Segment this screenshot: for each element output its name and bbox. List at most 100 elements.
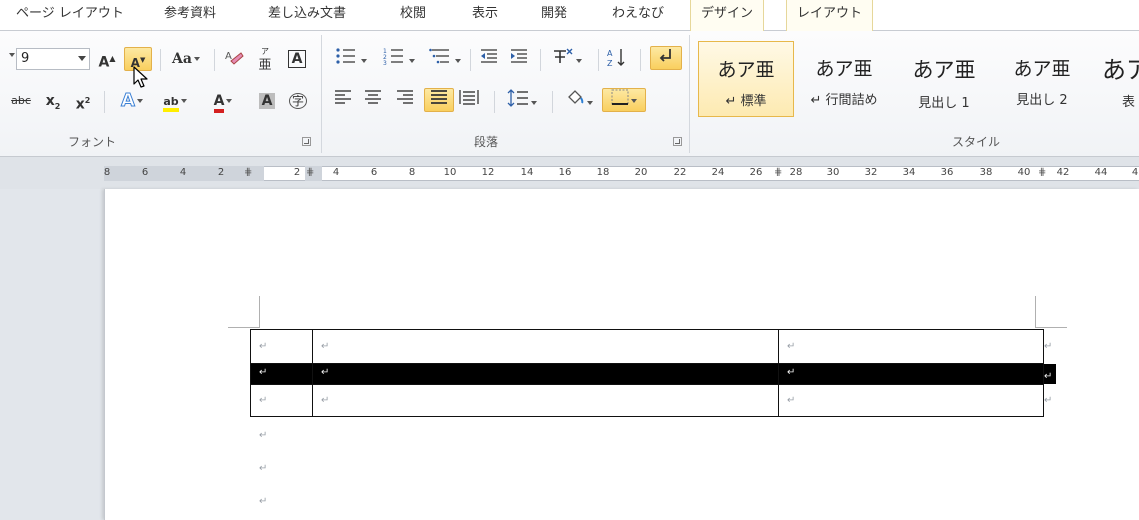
font-color-button[interactable]: A xyxy=(204,89,242,113)
align-right-icon[interactable] xyxy=(394,89,416,113)
ruler-number: 32 xyxy=(864,167,878,178)
tab-page-layout[interactable]: ページ レイアウト xyxy=(16,0,124,31)
character-shading-button[interactable]: A xyxy=(256,89,278,113)
align-center-icon[interactable] xyxy=(362,89,384,113)
tab-mailings[interactable]: 差し込み文書 xyxy=(268,0,346,31)
separator xyxy=(104,91,105,113)
ruler-column-marker-icon[interactable]: ⋕ xyxy=(306,167,314,178)
crop-mark xyxy=(1035,296,1036,328)
crop-mark xyxy=(228,327,260,328)
cell-end-mark: ↵ xyxy=(321,367,330,378)
separator xyxy=(540,49,541,71)
ruler-number: 14 xyxy=(520,167,534,178)
bullets-button[interactable] xyxy=(330,47,372,71)
ruler-column-marker-icon[interactable]: ⋕ xyxy=(774,167,782,178)
chevron-down-icon xyxy=(78,56,86,61)
style-normal[interactable]: あア亜 ↵ 標準 xyxy=(698,41,794,117)
shading-bucket-icon[interactable] xyxy=(560,89,598,113)
style-heading-2[interactable]: あア亜 見出し 2 xyxy=(994,41,1090,117)
horizontal-ruler[interactable]: ⋕ ⋕ ⋕ ⋕ 8 6 4 2 2 4 6 8 10 12 14 16 18 2… xyxy=(0,157,1139,189)
paragraph-dialog-launcher-icon[interactable] xyxy=(673,137,682,146)
cell-end-mark: ↵ xyxy=(259,341,268,352)
line-spacing-icon[interactable] xyxy=(502,89,542,113)
ruler-number: 34 xyxy=(902,167,916,178)
justify-icon[interactable] xyxy=(424,88,454,112)
table-row-border[interactable] xyxy=(250,363,1044,364)
increase-indent-icon[interactable] xyxy=(508,47,530,71)
style-heading-1[interactable]: あア亜 見出し 1 xyxy=(896,41,992,117)
borders-icon[interactable] xyxy=(602,88,646,112)
separator xyxy=(640,49,641,71)
cell-end-mark: ↵ xyxy=(787,367,796,378)
ruler-number: 6 xyxy=(370,167,378,178)
multilevel-list-button[interactable] xyxy=(426,47,464,71)
tab-references[interactable]: 参考資料 xyxy=(164,0,216,31)
table-column-border[interactable] xyxy=(778,329,779,417)
clear-formatting-icon[interactable]: A xyxy=(222,47,246,71)
font-dialog-launcher-icon[interactable] xyxy=(302,137,311,146)
table-row-border[interactable] xyxy=(250,384,1044,385)
tab-table-layout[interactable]: レイアウト xyxy=(786,0,874,31)
highlight-button[interactable]: ab xyxy=(156,89,194,113)
subscript-button[interactable]: x2 xyxy=(42,89,64,113)
ruler-number: 2 xyxy=(293,167,301,178)
ruler-number: 28 xyxy=(789,167,803,178)
font-size-combo[interactable]: 9 xyxy=(16,48,90,70)
svg-text:A: A xyxy=(607,49,613,58)
tab-waenavi[interactable]: わえなび xyxy=(612,0,664,31)
ruler-column-marker-icon[interactable]: ⋕ xyxy=(1038,167,1046,178)
grow-font-button[interactable]: A▲ xyxy=(96,47,118,71)
enclose-characters-button[interactable]: 字 xyxy=(286,89,310,113)
font-group-label: フォント xyxy=(68,135,117,149)
tab-table-design[interactable]: デザイン xyxy=(690,0,765,31)
table-column-border[interactable] xyxy=(312,329,313,417)
tab-review[interactable]: 校閲 xyxy=(400,0,426,31)
ruler-number: 4 xyxy=(332,167,340,178)
ruler-number: 40 xyxy=(1017,167,1031,178)
svg-text:3: 3 xyxy=(383,60,387,65)
paragraph-group-label: 段落 xyxy=(474,135,499,149)
ruler-number: 24 xyxy=(711,167,725,178)
ruler-number: 36 xyxy=(940,167,954,178)
crop-mark xyxy=(1035,327,1067,328)
decrease-indent-icon[interactable] xyxy=(478,47,500,71)
distribute-icon[interactable] xyxy=(458,89,480,113)
mouse-pointer-icon xyxy=(133,66,148,88)
font-size-value: 9 xyxy=(21,51,30,66)
show-hide-marks-icon[interactable] xyxy=(650,46,682,70)
ruler-number: 8 xyxy=(103,167,111,178)
sort-icon[interactable]: AZ xyxy=(606,47,628,71)
ribbon: 9 A▲ A▼ Aa A ア亜 A abc x2 x2 A ab A A 字 フ… xyxy=(0,31,1139,157)
character-border-button[interactable]: A xyxy=(286,47,308,71)
phonetic-guide-button[interactable]: ア亜 xyxy=(254,45,276,73)
tab-view[interactable]: 表示 xyxy=(472,0,498,31)
cell-end-mark: ↵ xyxy=(787,395,796,406)
style-title[interactable]: あア 表 xyxy=(1090,41,1139,117)
ruler-column-marker-icon[interactable]: ⋕ xyxy=(244,167,252,178)
strikethrough-button[interactable]: abc xyxy=(6,89,36,113)
separator xyxy=(214,49,215,71)
cell-end-mark: ↵ xyxy=(787,341,796,352)
document-table[interactable] xyxy=(250,329,1044,417)
text-effects-button[interactable]: A xyxy=(114,89,150,113)
asian-layout-icon[interactable] xyxy=(548,47,586,71)
row-end-mark: ↵ xyxy=(1044,341,1053,352)
superscript-button[interactable]: x2 xyxy=(72,89,94,113)
separator xyxy=(321,35,322,153)
cell-end-mark: ↵ xyxy=(321,395,330,406)
svg-text:A: A xyxy=(225,51,232,62)
align-left-icon[interactable] xyxy=(332,89,354,113)
cell-end-mark: ↵ xyxy=(259,395,268,406)
ruler-number: 4 xyxy=(1131,167,1139,178)
row-end-mark: ↵ xyxy=(1044,371,1053,382)
ruler-number: 4 xyxy=(179,167,187,178)
change-case-button[interactable]: Aa xyxy=(168,47,204,71)
row-end-mark: ↵ xyxy=(1044,395,1053,406)
ruler-number: 6 xyxy=(141,167,149,178)
numbering-button[interactable]: 123 xyxy=(378,47,420,71)
ruler-number: 12 xyxy=(481,167,495,178)
tab-developer[interactable]: 開発 xyxy=(541,0,567,31)
styles-group-label: スタイル xyxy=(952,135,1001,149)
paragraph-mark: ↵ xyxy=(259,496,268,507)
style-no-spacing[interactable]: あア亜 ↵ 行間詰め xyxy=(796,41,892,117)
